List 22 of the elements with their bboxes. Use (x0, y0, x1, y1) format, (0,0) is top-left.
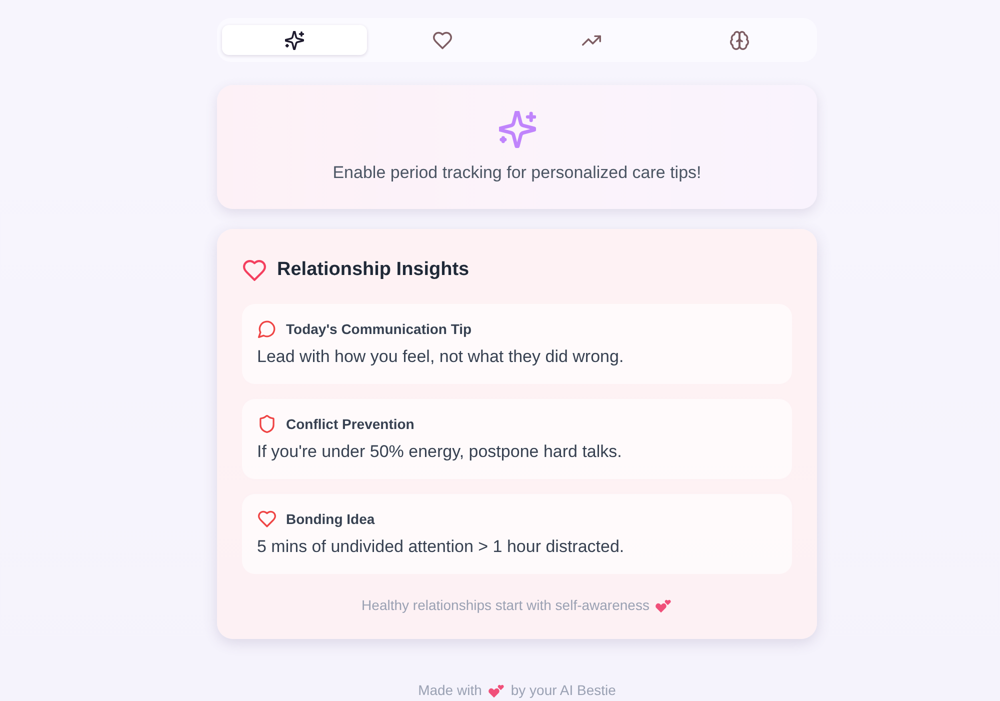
heart-icon (258, 510, 276, 528)
tip-title: Conflict Prevention (286, 416, 414, 432)
two-hearts-icon (655, 598, 672, 612)
chat-bubble-icon (258, 320, 276, 338)
heart-icon (243, 260, 266, 280)
brain-icon (730, 30, 750, 50)
shield-icon (258, 415, 276, 433)
sparkles-icon (498, 111, 536, 148)
card-title: Relationship Insights (277, 259, 470, 281)
tip-title: Today's Communication Tip (286, 321, 472, 337)
prompt-text: Enable period tracking for personalized care tips! (332, 162, 702, 184)
two-hearts-icon (488, 682, 505, 698)
footer-text: by your AI Bestie (510, 682, 616, 698)
tip-text: 5 mins of undivided attention > 1 hour distracted. (257, 536, 626, 558)
tip-title: Bonding Idea (286, 511, 375, 527)
tip-text: Lead with how you feel, not what they did wrong. (257, 346, 625, 368)
heart-icon (433, 30, 452, 50)
footer-text: Made with (418, 682, 482, 698)
tagline: Healthy relationships start with self-awareness (362, 597, 650, 613)
sparkles-icon (284, 30, 304, 50)
tip-text: If you're under 50% energy, postpone hard talks. (257, 441, 623, 463)
tab[interactable] (222, 25, 366, 55)
